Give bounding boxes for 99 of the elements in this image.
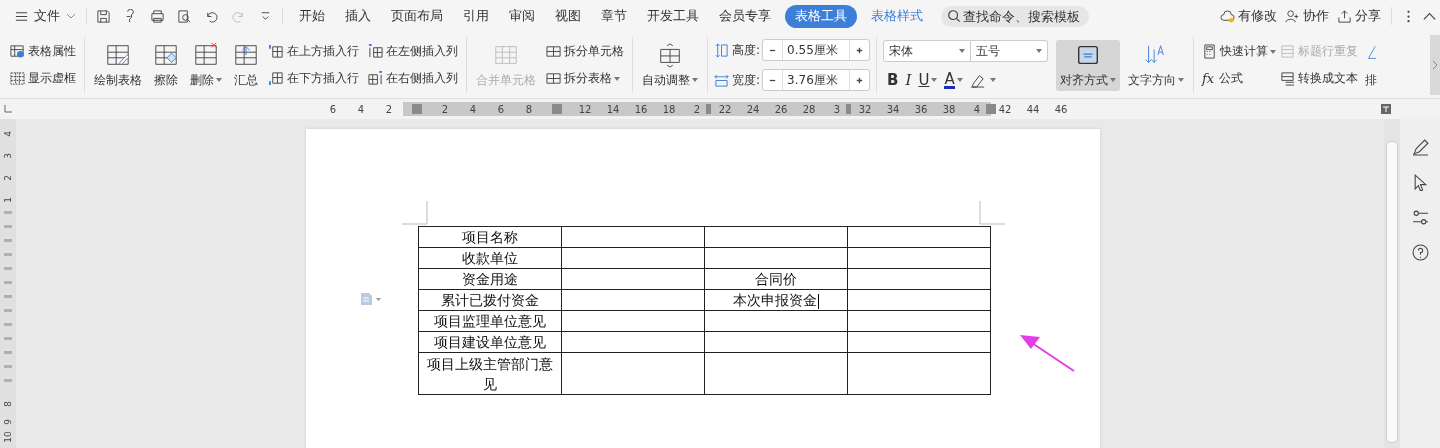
ribbon-tab[interactable]: 引用 bbox=[453, 4, 499, 28]
ribbon-tab[interactable]: 视图 bbox=[545, 4, 591, 28]
convert-to-text-button[interactable]: 转换成文本 bbox=[1278, 69, 1361, 88]
auto-fit-button[interactable]: 自动调整 bbox=[639, 39, 701, 91]
share-button[interactable]: 分享 bbox=[1337, 7, 1381, 25]
insert-column-left-button[interactable]: 在左侧插入列 bbox=[366, 42, 460, 61]
table-rows-icon bbox=[1280, 44, 1296, 59]
ruler-toggle-icon[interactable] bbox=[1380, 103, 1392, 115]
caret-icon bbox=[956, 78, 963, 82]
font-family-dropdown[interactable]: 宋体 bbox=[883, 40, 972, 62]
underline-button[interactable]: U bbox=[918, 70, 938, 90]
italic-button[interactable]: I bbox=[905, 70, 912, 90]
insert-row-icon bbox=[269, 71, 284, 86]
show-gridlines-button[interactable]: 显示虚框 bbox=[8, 69, 78, 88]
insert-row-above-button[interactable]: 在上方插入行 bbox=[267, 42, 361, 61]
align-button[interactable]: 对齐方式 bbox=[1056, 39, 1121, 91]
row-height-icon bbox=[714, 42, 729, 58]
calculator-icon bbox=[1202, 44, 1218, 59]
ribbon-tab[interactable]: 表格样式 bbox=[861, 4, 933, 28]
insert-row-icon bbox=[269, 44, 284, 59]
add-user-icon bbox=[1285, 8, 1300, 24]
split-button[interactable]: 拆分表格 bbox=[544, 69, 626, 88]
size-label: 宽度: bbox=[732, 71, 761, 89]
insert-row-below-button[interactable]: 在下方插入行 bbox=[267, 69, 361, 88]
delete-table-icon bbox=[193, 41, 219, 68]
settings-icon[interactable] bbox=[1411, 209, 1429, 226]
scrollbar[interactable] bbox=[1384, 119, 1400, 448]
size-label: 高度: bbox=[732, 41, 761, 59]
sort-button[interactable]: 排 bbox=[1362, 39, 1381, 91]
ribbon-button[interactable]: 擦除 bbox=[150, 39, 182, 91]
insert-column-icon bbox=[368, 44, 383, 59]
column-width-icon bbox=[714, 72, 729, 88]
pen-icon[interactable] bbox=[1411, 139, 1429, 156]
caret-icon bbox=[1036, 49, 1043, 53]
text-direction-button[interactable]: 文字方向 bbox=[1125, 39, 1188, 91]
search-icon bbox=[947, 9, 961, 23]
table-properties-button[interactable]: 表格属性 bbox=[8, 42, 78, 61]
ribbon-tab[interactable]: 章节 bbox=[591, 4, 637, 28]
table-cell: 合同价 bbox=[704, 268, 848, 290]
dashed-grid-icon bbox=[10, 71, 25, 86]
ribbon-button[interactable]: 绘制表格 bbox=[91, 39, 145, 91]
modified-button[interactable]: 有修改 bbox=[1220, 7, 1277, 25]
corner-mark bbox=[402, 201, 428, 227]
vertical-ruler: 4 3 2 1 8 9 10 bbox=[0, 119, 16, 448]
formula-button[interactable]: fx 公式 bbox=[1200, 69, 1279, 88]
caret-icon bbox=[1178, 78, 1185, 82]
chevron-right-icon bbox=[1432, 60, 1438, 70]
search-field[interactable]: 查找命令、搜索模板 bbox=[941, 5, 1089, 27]
ribbon-tab[interactable]: 表格工具 bbox=[785, 4, 857, 28]
font-color-button[interactable]: A bbox=[944, 70, 963, 90]
caret-icon bbox=[692, 78, 698, 82]
save-icon[interactable] bbox=[96, 8, 111, 24]
share-icon bbox=[1337, 8, 1352, 24]
ribbon-tab[interactable]: 插入 bbox=[335, 4, 381, 28]
caret-icon bbox=[1270, 49, 1277, 54]
ribbon-tab[interactable]: 审阅 bbox=[499, 4, 545, 28]
caret-icon bbox=[1110, 78, 1117, 82]
table-cell: 本次申报资金 bbox=[704, 289, 848, 311]
caret-icon bbox=[989, 78, 996, 82]
split-button[interactable]: 拆分单元格 bbox=[544, 42, 626, 61]
size-spinner[interactable]: 3.76厘米 bbox=[762, 69, 871, 91]
caret-icon bbox=[216, 78, 222, 82]
ribbon-button[interactable]: 汇总 bbox=[230, 39, 262, 91]
ribbon-button[interactable]: 删除 bbox=[187, 39, 225, 91]
table-cell: 项目上级主管部门意见 bbox=[418, 352, 562, 395]
table-cell: 项目名称 bbox=[418, 226, 562, 248]
split-table-icon bbox=[546, 44, 561, 59]
annotation-arrow bbox=[1020, 333, 1076, 373]
file-menu[interactable]: 文件 bbox=[10, 7, 80, 25]
table-cell: 项目监理单位意见 bbox=[418, 310, 562, 332]
ribbon-tab[interactable]: 会员专享 bbox=[709, 4, 781, 28]
chevron-icon bbox=[66, 13, 76, 19]
cloud-icon bbox=[1220, 8, 1235, 24]
table-to-text-icon bbox=[1280, 71, 1296, 86]
table-info-icon bbox=[10, 44, 25, 59]
table-cell: 收款单位 bbox=[418, 247, 562, 269]
split-table-icon bbox=[546, 71, 561, 86]
quick-calc-button[interactable]: 快速计算 bbox=[1200, 42, 1279, 61]
print-icon[interactable] bbox=[150, 8, 165, 24]
print-preview-icon[interactable] bbox=[177, 8, 192, 24]
table-cell: 累计已拨付资金 bbox=[418, 289, 562, 311]
collaborate-button[interactable]: 协作 bbox=[1285, 7, 1329, 25]
corner-mark bbox=[979, 201, 1005, 227]
caret-icon bbox=[959, 49, 966, 53]
size-spinner[interactable]: 0.55厘米 bbox=[762, 39, 871, 61]
insert-column-icon bbox=[368, 71, 383, 86]
help-icon[interactable] bbox=[1411, 244, 1429, 261]
eraser-pen-icon bbox=[969, 72, 985, 88]
ribbon-tab[interactable]: 开发工具 bbox=[637, 4, 709, 28]
ribbon-tab[interactable]: 页面布局 bbox=[381, 4, 453, 28]
insert-column-right-button[interactable]: 在右侧插入列 bbox=[366, 69, 460, 88]
auto-fit-icon bbox=[657, 41, 683, 68]
ribbon-tab[interactable]: 开始 bbox=[289, 4, 335, 28]
caret-icon bbox=[931, 78, 938, 82]
bold-button[interactable]: B bbox=[887, 70, 899, 90]
table-cell: 项目建设单位意见 bbox=[418, 331, 562, 353]
font-size-dropdown[interactable]: 五号 bbox=[971, 40, 1049, 62]
table-cell: 资金用途 bbox=[418, 268, 562, 290]
caret-icon bbox=[614, 76, 620, 81]
